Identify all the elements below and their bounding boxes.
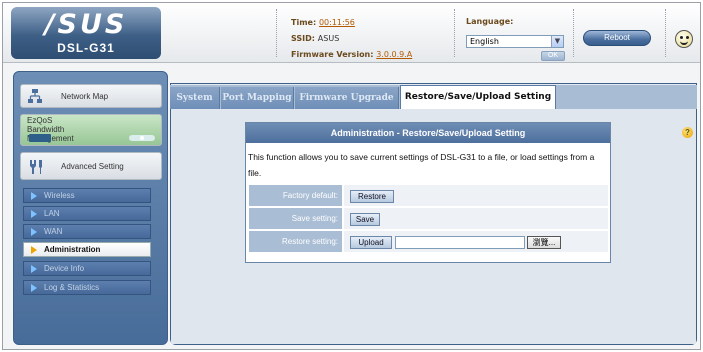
header-bar: /SUS DSL-G31 Time: 00:11:56 SSID: ASUS F… (3, 3, 700, 63)
language-ok-button[interactable]: OK (541, 51, 565, 61)
chevron-down-icon: ▼ (551, 36, 563, 47)
reboot-button[interactable]: Reboot (583, 30, 651, 46)
ezqos-bandwidth-icon (29, 134, 155, 142)
sidebar-label-network-map: Network Map (61, 92, 109, 101)
firmware-link[interactable]: 3.0.0.9.A (376, 50, 412, 59)
router-admin-window: /SUS DSL-G31 Time: 00:11:56 SSID: ASUS F… (2, 2, 701, 350)
upload-button[interactable]: Upload (350, 236, 392, 249)
panel-description: This function allows you to save current… (248, 152, 595, 178)
tab-system[interactable]: System (170, 87, 220, 109)
language-select[interactable]: English ▼ (466, 35, 564, 48)
factory-default-cell: Restore (344, 185, 608, 207)
sidebar-item-administration[interactable]: Administration (23, 242, 151, 257)
save-button[interactable]: Save (350, 213, 380, 226)
save-setting-row: Save setting: Save (249, 208, 608, 230)
language-label: Language: (466, 17, 514, 26)
save-setting-label: Save setting: (249, 208, 342, 230)
ezqos-line: EzQoS (27, 116, 53, 125)
sidebar: Network Map EzQoS Bandwidth Management A… (13, 71, 168, 345)
upload-file-input[interactable] (395, 236, 525, 249)
factory-default-label: Factory default: (249, 185, 342, 207)
header-divider (454, 9, 455, 57)
time-link[interactable]: 00:11:56 (319, 18, 355, 27)
time-label: Time: (291, 18, 317, 27)
ssid-info: SSID: ASUS (291, 34, 339, 43)
sidebar-item-wireless[interactable]: Wireless (23, 188, 151, 203)
language-value: English (470, 37, 499, 46)
tab-port-mapping[interactable]: Port Mapping (221, 87, 294, 109)
sidebar-item-lan[interactable]: LAN (23, 206, 151, 221)
face-eye (680, 36, 683, 39)
restore-setting-cell: Upload 瀏覽... (344, 231, 608, 253)
firmware-info: Firmware Version: 3.0.0.9.A (291, 50, 412, 59)
network-map-icon (28, 89, 42, 103)
model-name: DSL-G31 (57, 41, 115, 55)
tab-restore-save-upload[interactable]: Restore/Save/Upload Setting (400, 85, 556, 110)
panel-title: Administration - Restore/Save/Upload Set… (246, 123, 610, 143)
ssid-label: SSID: (291, 34, 315, 43)
settings-panel: Administration - Restore/Save/Upload Set… (245, 122, 611, 263)
firmware-label: Firmware Version: (291, 50, 374, 59)
save-setting-cell: Save (344, 208, 608, 230)
sidebar-item-wan[interactable]: WAN (23, 224, 151, 239)
header-divider (276, 9, 277, 57)
sidebar-item-ezqos[interactable]: EzQoS Bandwidth Management (20, 114, 162, 146)
header-divider (665, 9, 666, 57)
sidebar-item-network-map[interactable]: Network Map (20, 84, 162, 108)
time-info: Time: 00:11:56 (291, 18, 355, 27)
sidebar-item-log-statistics[interactable]: Log & Statistics (23, 280, 151, 295)
sidebar-item-device-info[interactable]: Device Info (23, 261, 151, 276)
brand-logo-block: /SUS DSL-G31 (11, 7, 161, 59)
restore-setting-row: Restore setting: Upload 瀏覽... (249, 231, 608, 253)
browse-button[interactable]: 瀏覽... (527, 236, 561, 249)
face-mouth (680, 41, 688, 45)
wrench-icon (30, 160, 42, 174)
logout-face-icon[interactable] (675, 30, 693, 48)
restore-button[interactable]: Restore (350, 190, 394, 203)
sidebar-label-advanced-setting: Advanced Setting (61, 162, 124, 171)
sidebar-item-advanced-setting[interactable]: Advanced Setting (20, 152, 162, 180)
tab-firmware-upgrade[interactable]: Firmware Upgrade (295, 87, 399, 109)
ssid-value: ASUS (317, 34, 340, 43)
face-eye (686, 36, 689, 39)
header-divider (573, 9, 574, 57)
factory-default-row: Factory default: Restore (249, 185, 608, 207)
help-icon[interactable]: ? (682, 127, 693, 138)
restore-setting-label: Restore setting: (249, 231, 342, 253)
brand-logo: /SUS (44, 9, 128, 40)
